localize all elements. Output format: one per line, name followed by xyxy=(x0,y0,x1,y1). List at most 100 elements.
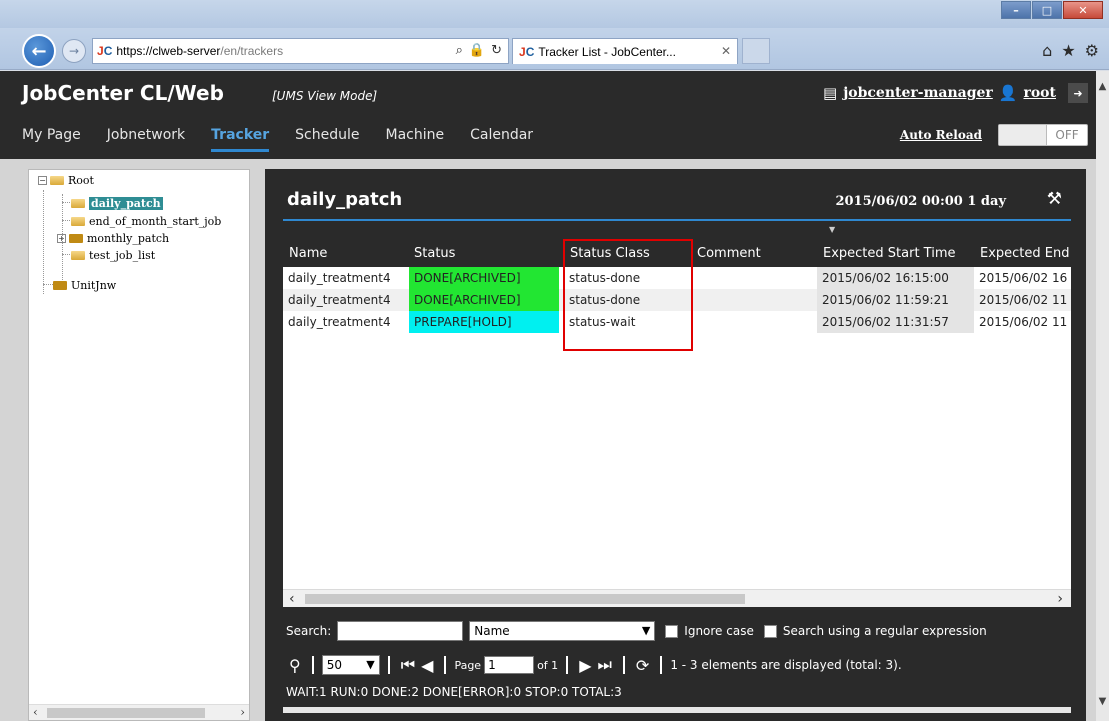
search-field-select[interactable]: Name ▼ xyxy=(469,621,656,641)
refresh-icon[interactable]: ↻ xyxy=(491,43,502,58)
page-size-select[interactable]: 50 ▼ xyxy=(321,655,380,675)
tree-item-daily-patch[interactable]: daily_patch xyxy=(71,197,163,210)
scroll-left-icon[interactable]: ‹ xyxy=(33,705,38,719)
search-input[interactable] xyxy=(337,621,464,641)
tree-item-end-of-month[interactable]: end_of_month_start_job xyxy=(71,215,221,228)
panel-bottom-bar xyxy=(283,707,1071,713)
maximize-button[interactable]: □ xyxy=(1032,1,1062,19)
lock-icon[interactable]: 🔒 xyxy=(469,43,485,58)
title-underline xyxy=(283,219,1071,221)
url-path: /en/trackers xyxy=(220,44,284,58)
tracker-grid: Name Status Status Class Comment Expecte… xyxy=(283,233,1071,607)
folder-open-icon xyxy=(71,199,85,208)
user-link[interactable]: root xyxy=(1023,85,1056,101)
app-header: JobCenter CL/Web [UMS View Mode] ▤ jobce… xyxy=(0,71,1096,159)
col-comment[interactable]: Comment xyxy=(697,246,761,261)
regex-label: Search using a regular expression xyxy=(782,624,987,638)
tree-item-monthly-patch[interactable]: + monthly_patch xyxy=(57,232,169,245)
app-title: JobCenter CL/Web xyxy=(22,81,224,105)
col-expected-end[interactable]: Expected End xyxy=(980,246,1070,261)
first-page-icon[interactable]: ⏮ xyxy=(401,655,415,675)
folder-closed-icon xyxy=(69,234,83,243)
scroll-right-icon[interactable]: › xyxy=(1057,590,1063,607)
separator xyxy=(622,656,625,674)
next-page-icon[interactable]: ▶ xyxy=(579,656,591,675)
menu-calendar[interactable]: Calendar xyxy=(470,127,533,152)
status-class-highlight xyxy=(563,239,693,351)
scroll-thumb[interactable] xyxy=(305,594,745,604)
url-host: https://clweb-server xyxy=(116,44,221,58)
scroll-thumb[interactable] xyxy=(47,708,205,718)
main-menu: My Page Jobnetwork Tracker Schedule Mach… xyxy=(22,127,559,152)
tree-item-test-job-list[interactable]: test_job_list xyxy=(71,249,155,262)
jobnetwork-tree: − Root daily_patch end_of_month_start_jo… xyxy=(28,169,250,721)
panel-title: daily_patch xyxy=(287,189,403,210)
address-bar[interactable]: JC https://clweb-server /en/trackers ⌕ 🔒… xyxy=(92,38,509,64)
minimize-button[interactable]: – xyxy=(1001,1,1031,19)
status-cell: DONE[ARCHIVED] xyxy=(409,289,559,311)
user-icon: 👤 xyxy=(998,84,1018,102)
col-status[interactable]: Status xyxy=(414,246,455,261)
auto-reload-link[interactable]: Auto Reload xyxy=(900,128,982,142)
settings-gear-icon[interactable]: ⚙ xyxy=(1085,41,1099,60)
separator xyxy=(660,656,663,674)
user-area: ▤ jobcenter-manager 👤 root ➜ xyxy=(823,83,1088,103)
col-name[interactable]: Name xyxy=(289,246,327,261)
close-window-button[interactable]: ✕ xyxy=(1063,1,1103,19)
page-number-input[interactable]: 1 xyxy=(484,656,535,674)
new-tab-button[interactable] xyxy=(742,38,770,64)
expand-icon[interactable]: + xyxy=(57,234,66,243)
folder-open-icon xyxy=(71,251,85,260)
menu-tracker[interactable]: Tracker xyxy=(211,127,270,152)
status-cell: PREPARE[HOLD] xyxy=(409,311,559,333)
ignore-case-checkbox[interactable] xyxy=(665,624,679,638)
server-link[interactable]: jobcenter-manager xyxy=(843,85,993,101)
panel-date-range: 2015/06/02 00:00 1 day xyxy=(835,194,1006,209)
favorites-star-icon[interactable]: ★ xyxy=(1061,41,1075,60)
tab-close-icon[interactable]: ✕ xyxy=(721,44,731,58)
logout-icon[interactable]: ➜ xyxy=(1068,83,1088,103)
menu-my-page[interactable]: My Page xyxy=(22,127,81,152)
toggle-state-label: OFF xyxy=(1055,128,1079,142)
search-icon[interactable]: ⌕ xyxy=(456,43,463,58)
scroll-left-icon[interactable]: ‹ xyxy=(289,590,295,607)
back-button[interactable]: ← xyxy=(22,34,56,68)
last-page-icon[interactable]: ⏭ xyxy=(598,655,612,675)
elements-info: 1 - 3 elements are displayed (total: 3). xyxy=(670,658,902,672)
prev-page-icon[interactable]: ◀ xyxy=(421,656,433,675)
tree-horizontal-scrollbar[interactable]: ‹ › xyxy=(29,704,249,720)
browser-tab-active[interactable]: JC Tracker List - JobCenter... ✕ xyxy=(512,38,738,64)
forward-button[interactable]: → xyxy=(62,39,86,63)
folder-open-icon xyxy=(71,217,85,226)
wrench-icon[interactable]: ⚒ xyxy=(1047,189,1062,209)
page-vertical-scrollbar[interactable]: ▲ ▼ xyxy=(1096,71,1109,721)
scroll-down-icon[interactable]: ▼ xyxy=(1096,696,1109,707)
menu-jobnetwork[interactable]: Jobnetwork xyxy=(107,127,185,152)
home-icon[interactable]: ⌂ xyxy=(1042,41,1052,60)
grid-horizontal-scrollbar[interactable]: ‹ › xyxy=(283,589,1071,607)
reload-icon[interactable]: ⟳ xyxy=(636,656,649,675)
tree-item-root[interactable]: − Root xyxy=(38,174,94,187)
separator xyxy=(387,656,390,674)
folder-closed-icon xyxy=(53,281,67,290)
ignore-case-label: Ignore case xyxy=(684,624,754,638)
pager-row: ⚲ 50 ▼ ⏮ ◀ Page 1 of 1 ▶ ⏭ ⟳ 1 - 3 eleme… xyxy=(286,655,902,675)
auto-reload-toggle[interactable]: OFF xyxy=(998,124,1088,146)
tree-item-unitjnw[interactable]: UnitJnw xyxy=(53,279,116,292)
tracker-panel: daily_patch 2015/06/02 00:00 1 day ⚒ ▼ N… xyxy=(265,169,1086,721)
status-summary: WAIT:1 RUN:0 DONE:2 DONE[ERROR]:0 STOP:0… xyxy=(286,685,622,699)
scroll-up-icon[interactable]: ▲ xyxy=(1096,81,1109,92)
menu-machine[interactable]: Machine xyxy=(386,127,445,152)
chevron-down-icon: ▼ xyxy=(366,658,375,671)
window-titlebar: – □ ✕ xyxy=(0,0,1109,28)
page-total-label: of 1 xyxy=(537,658,559,672)
collapse-icon[interactable]: − xyxy=(38,176,47,185)
regex-checkbox[interactable] xyxy=(763,624,777,638)
search-label: Search: xyxy=(286,624,332,638)
scroll-right-icon[interactable]: › xyxy=(240,705,245,719)
search-icon[interactable]: ⚲ xyxy=(289,656,301,675)
folder-open-icon xyxy=(50,176,64,185)
col-expected-start[interactable]: Expected Start Time xyxy=(823,246,956,261)
content-area: − Root daily_patch end_of_month_start_jo… xyxy=(0,159,1096,721)
menu-schedule[interactable]: Schedule xyxy=(295,127,359,152)
